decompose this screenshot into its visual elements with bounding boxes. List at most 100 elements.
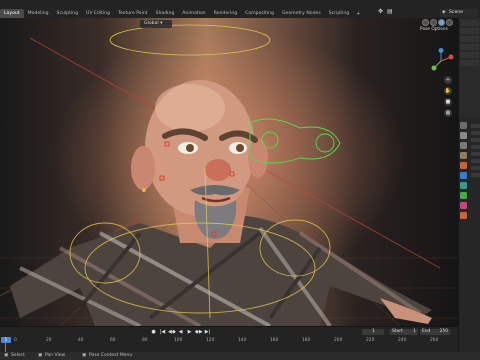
ruler-tick-label: 240 [398,338,407,343]
tab-animation[interactable]: Animation [178,9,209,18]
outliner-row[interactable] [461,52,479,58]
timeline[interactable]: ● |◀ ◀◆ ◀ ▶ ◆▶ ▶| 1 Start 1 End 250 0 20 4… [0,326,458,353]
tab-uv-editing[interactable]: UV Editing [82,9,114,18]
frame-ruler[interactable]: 0 20 40 60 80 100 120 140 160 180 200 220 240 260 [0,337,458,345]
play-icon[interactable]: ▶ [186,329,193,335]
current-frame-value: 1 [372,329,375,334]
ruler-tick-label: 140 [238,338,247,343]
properties-content [471,124,480,180]
tab-compositing[interactable]: Compositing [241,9,278,18]
left-iris [186,144,194,152]
pose-options-menu[interactable]: Pose Options [420,27,448,32]
camera-icon[interactable]: ■ [444,98,452,106]
tab-sculpting[interactable]: Sculpting [53,9,82,18]
object-tab-icon[interactable] [460,162,467,169]
status-select: Select [11,353,25,358]
outliner-row[interactable] [461,28,479,34]
tab-rendering[interactable]: Rendering [210,9,241,18]
bone-tab-icon[interactable] [460,192,467,199]
end-label: End [422,329,431,334]
hand-pan-icon[interactable]: ✋ [444,87,452,95]
right-iris [236,144,244,152]
top-bar: Layout Modeling Sculpting UV Editing Texture… [0,0,480,18]
zoom-icon[interactable]: + [444,76,452,84]
viewport-header: Global ▾ Pose Options [0,18,458,32]
character-render [0,24,458,326]
properties-panel[interactable] [458,118,480,326]
keyframe-icon[interactable]: ● [150,329,157,335]
scene-tab-icon[interactable] [460,152,467,159]
navigation-gizmo[interactable] [428,48,454,74]
earring [142,188,146,192]
orientation-label: Global [144,21,159,26]
filter-icon[interactable]: ▤ [387,8,393,15]
start-label: Start [392,329,403,334]
ruler-tick-label: 0 [14,338,17,343]
add-workspace-button[interactable]: + [353,9,363,18]
next-keyframe-icon[interactable]: ◆▶ [195,329,203,335]
status-pan-view: Pan View [45,353,66,358]
ruler-tick-label: 220 [366,338,375,343]
material-shading-icon[interactable] [438,19,445,26]
physics-tab-icon[interactable] [460,182,467,189]
material-tab-icon[interactable] [460,202,467,209]
status-context-menu: Pose Context Menu [89,353,133,358]
texture-tab-icon[interactable] [460,212,467,219]
tab-layout[interactable]: Layout [0,9,24,18]
play-reverse-icon[interactable]: ◀ [177,329,184,335]
prev-keyframe-icon[interactable]: ◀◆ [168,329,176,335]
tab-geometry-nodes[interactable]: Geometry Nodes [278,9,325,18]
render-tab-icon[interactable] [460,132,467,139]
current-frame-field[interactable]: 1 [362,329,384,335]
tab-modeling[interactable]: Modeling [24,9,53,18]
wireframe-shading-icon[interactable] [422,19,429,26]
jump-start-icon[interactable]: |◀ [159,329,166,335]
jump-end-icon[interactable]: ▶| [204,329,211,335]
modifier-tab-icon[interactable] [460,172,467,179]
head-highlight [155,84,225,132]
ruler-tick-label: 200 [334,338,343,343]
shading-buttons [422,19,453,26]
3d-viewport[interactable]: Global ▾ Pose Options + ✋ ■ ▦ [0,18,458,326]
workspace-tabs: Layout Modeling Sculpting UV Editing Texture… [0,9,363,18]
playback-controls: ● |◀ ◀◆ ◀ ▶ ◆▶ ▶| [150,329,211,335]
grid-icon[interactable]: ▦ [444,109,452,117]
ruler-tick-label: 160 [270,338,279,343]
head-rig-handle [261,131,279,149]
ruler-tick-label: 40 [78,338,84,343]
mouse-middle-icon: ▣ [38,353,43,358]
output-tab-icon[interactable] [460,142,467,149]
top-icons: ✥ ▤ [378,8,393,15]
head-rig-handle [315,133,335,153]
scene-selector[interactable]: ◈ Scene [440,9,478,17]
navigation-tools: + ✋ ■ ▦ [444,76,452,117]
rendered-shading-icon[interactable] [446,19,453,26]
properties-tabs [460,122,469,219]
nose [205,159,231,181]
tool-tab-icon[interactable] [460,122,467,129]
ruler-tick-label: 60 [110,338,116,343]
ruler-tick-label: 80 [142,338,148,343]
ruler-tick-label: 120 [206,338,215,343]
playhead-frame-badge[interactable]: 1 [1,337,11,343]
outliner-row[interactable] [461,36,479,42]
scene-icon[interactable]: ✥ [378,8,383,15]
tab-shading[interactable]: Shading [152,9,179,18]
start-frame-field[interactable]: Start 1 [390,329,418,335]
mouse-left-icon: ▣ [4,353,9,358]
tab-texture-paint[interactable]: Texture Paint [114,9,152,18]
outliner-panel[interactable] [458,18,480,118]
outliner-row[interactable] [461,20,479,26]
tab-scripting[interactable]: Scripting [325,9,353,18]
ruler-tick-label: 260 [430,338,439,343]
ruler-tick-label: 180 [302,338,311,343]
outliner-row[interactable] [461,60,479,66]
solid-shading-icon[interactable] [430,19,437,26]
status-bar: ▣ Select ▣ Pan View ▣ Pose Context Menu [0,352,480,360]
outliner-row[interactable] [461,44,479,50]
ruler-tick-label: 20 [46,338,52,343]
left-ear [131,146,155,190]
transform-orientation-dropdown[interactable]: Global ▾ [140,20,172,28]
properties-panel-footer [458,326,480,352]
end-frame-field[interactable]: End 250 [420,329,450,335]
